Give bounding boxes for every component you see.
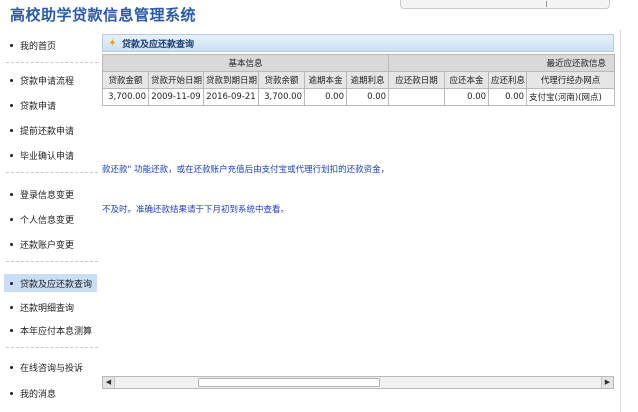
sidebar-divider bbox=[6, 172, 98, 173]
sidebar-item-label: 登录信息变更 bbox=[20, 190, 75, 201]
column-header: 应还本金 bbox=[444, 71, 490, 89]
bullet-icon bbox=[10, 103, 13, 107]
cell-overdue-principal: 0.00 bbox=[304, 88, 347, 106]
sidebar-item-repay-detail[interactable]: 还款明细查询 bbox=[4, 298, 97, 316]
cell-branch: 支付宝(河南)(网点) bbox=[526, 88, 616, 106]
sidebar-item-label: 我的消息 bbox=[20, 389, 57, 400]
cell-overdue-interest: 0.00 bbox=[345, 88, 390, 106]
sidebar-item-label: 我的首页 bbox=[20, 41, 57, 52]
table-header-row: 贷款金额 贷款开始日期 贷款到期日期 贷款余额 逾期本金 逾期利息 应还款日期 … bbox=[102, 71, 616, 89]
sidebar-item-home[interactable]: 我的首页 bbox=[4, 36, 97, 54]
bullet-icon bbox=[10, 153, 13, 157]
section-title: 贷款及应还款查询 bbox=[122, 39, 195, 50]
column-header: 贷款开始日期 bbox=[148, 71, 204, 89]
sidebar-item-label: 贷款申请流程 bbox=[20, 76, 75, 87]
right-border bbox=[620, 30, 621, 412]
sidebar-divider bbox=[6, 62, 98, 63]
cell-loan-amount: 3,700.00 bbox=[102, 88, 149, 106]
sidebar-item-personal-info[interactable]: 个人信息变更 bbox=[4, 210, 97, 228]
top-box-divider bbox=[546, 1, 547, 7]
sidebar-item-label: 还款账户变更 bbox=[20, 240, 75, 251]
sidebar-divider bbox=[6, 347, 98, 348]
sidebar-item-label: 在线咨询与投诉 bbox=[20, 363, 84, 374]
group-header-recent: 最近应还款信息 bbox=[388, 54, 616, 72]
sidebar-item-loan-apply[interactable]: 贷款申请 bbox=[4, 96, 97, 114]
sidebar-item-label: 个人信息变更 bbox=[20, 215, 75, 226]
sidebar-item-messages[interactable]: 我的消息 bbox=[4, 384, 97, 402]
sidebar-item-repay-account[interactable]: 还款账户变更 bbox=[4, 235, 97, 253]
sidebar-item-early-repay[interactable]: 提前还款申请 bbox=[4, 121, 97, 139]
cell-start-date: 2009-11-09 bbox=[148, 88, 204, 106]
section-header: ✦ 贷款及应还款查询 bbox=[102, 34, 614, 52]
column-header: 贷款余额 bbox=[258, 71, 305, 89]
bullet-icon bbox=[10, 217, 13, 221]
column-header: 应还利息 bbox=[488, 71, 528, 89]
notice-text: 款还款" 功能还款，或在还款账户充值后由支付宝或代理行划扣的还款资金， bbox=[102, 165, 390, 175]
bullet-icon bbox=[10, 365, 13, 369]
bullet-icon bbox=[10, 43, 13, 47]
sidebar-item-label: 还款明细查询 bbox=[20, 303, 75, 314]
app-window: 高校助学贷款信息管理系统 我的首页 贷款申请流程 贷款申请 提前还款申请 毕业确… bbox=[0, 0, 638, 412]
table-group-header-row: 基本信息 最近应还款信息 bbox=[101, 54, 616, 72]
sidebar-item-interest-calc[interactable]: 本年应付本息测算 bbox=[4, 321, 97, 339]
sidebar-item-label: 贷款申请 bbox=[20, 101, 57, 112]
column-header: 贷款金额 bbox=[102, 71, 149, 89]
main-panel: ✦ 贷款及应还款查询 基本信息 最近应还款信息 贷款金额 贷款开始日期 贷款到期… bbox=[101, 34, 616, 394]
table-row: 3,700.00 2009-11-09 2016-09-21 3,700.00 … bbox=[102, 88, 616, 106]
cell-due-principal: 0.00 bbox=[444, 88, 490, 106]
sidebar-item-label: 本年应付本息测算 bbox=[20, 326, 93, 337]
column-header: 代理行经办网点 bbox=[526, 71, 616, 89]
bullet-icon bbox=[10, 78, 13, 82]
sidebar-item-login-info[interactable]: 登录信息变更 bbox=[4, 185, 97, 203]
cell-due-interest: 0.00 bbox=[488, 88, 528, 106]
bullet-icon bbox=[10, 305, 13, 309]
sidebar-item-graduation-confirm[interactable]: 毕业确认申请 bbox=[4, 146, 97, 164]
scroll-right-icon[interactable]: ▶ bbox=[601, 377, 613, 388]
scroll-left-icon[interactable]: ◀ bbox=[103, 377, 115, 388]
sidebar: 我的首页 贷款申请流程 贷款申请 提前还款申请 毕业确认申请 登录信息变更 个人… bbox=[0, 30, 100, 412]
group-header-basic: 基本信息 bbox=[101, 54, 390, 72]
bullet-icon bbox=[10, 192, 13, 196]
sidebar-item-label: 提前还款申请 bbox=[20, 126, 75, 137]
star-icon: ✦ bbox=[108, 37, 117, 49]
bullet-icon bbox=[10, 328, 13, 332]
cell-balance: 3,700.00 bbox=[258, 88, 305, 106]
app-title: 高校助学贷款信息管理系统 bbox=[10, 6, 197, 24]
sidebar-item-consult[interactable]: 在线咨询与投诉 bbox=[4, 358, 97, 376]
horizontal-scrollbar[interactable]: ◀ ▶ bbox=[102, 376, 614, 389]
sidebar-item-label: 毕业确认申请 bbox=[20, 151, 75, 162]
top-search-box[interactable] bbox=[400, 0, 610, 9]
notice-text: 不及时。准确还款结果请于下月初到系统中查看。 bbox=[102, 205, 290, 215]
loan-table: 基本信息 最近应还款信息 贷款金额 贷款开始日期 贷款到期日期 贷款余额 逾期本… bbox=[101, 54, 616, 106]
cell-due-date bbox=[388, 88, 446, 106]
scroll-thumb[interactable] bbox=[198, 378, 380, 387]
bullet-icon bbox=[10, 391, 13, 395]
bullet-icon bbox=[10, 281, 13, 285]
column-header: 逾期利息 bbox=[345, 71, 390, 89]
bullet-icon bbox=[10, 128, 13, 132]
column-header: 应还款日期 bbox=[388, 71, 446, 89]
bullet-icon bbox=[10, 242, 13, 246]
sidebar-divider bbox=[6, 261, 98, 262]
column-header: 逾期本金 bbox=[304, 71, 347, 89]
column-header: 贷款到期日期 bbox=[203, 71, 259, 89]
sidebar-item-loan-process[interactable]: 贷款申请流程 bbox=[4, 71, 97, 89]
sidebar-item-label: 贷款及应还款查询 bbox=[20, 279, 93, 290]
sidebar-item-loan-query[interactable]: 贷款及应还款查询 bbox=[4, 274, 97, 292]
cell-end-date: 2016-09-21 bbox=[203, 88, 259, 106]
